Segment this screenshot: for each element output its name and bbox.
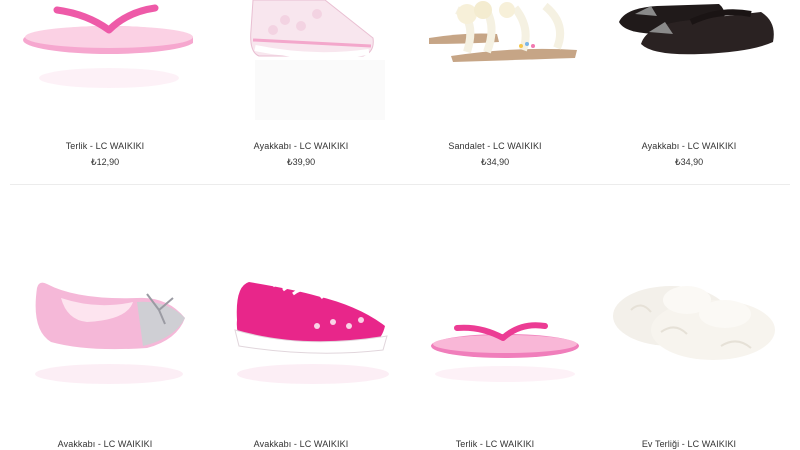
product-image[interactable] (17, 0, 193, 125)
product-image[interactable] (213, 270, 389, 395)
row-divider (10, 184, 790, 185)
ballet-flat-icon (35, 282, 185, 384)
product-name[interactable]: Avakkabı - LC WAIKIKI (204, 439, 398, 449)
product-image[interactable] (17, 270, 193, 395)
pink-canvas-shoe-icon (234, 278, 389, 384)
product-grid: Terlik - LC WAIKIKI ₺12,90 Ayakkabı - LC… (0, 0, 800, 450)
pink-flip-flop-icon (23, 4, 193, 88)
product-image[interactable] (601, 0, 777, 125)
product-name[interactable]: Sandalet - LC WAIKIKI (398, 141, 592, 151)
product-name[interactable]: Ayakkabı - LC WAIKIKI (592, 141, 786, 151)
product-image[interactable] (601, 270, 777, 395)
product-name[interactable]: Terlik - LC WAIKIKI (398, 439, 592, 449)
product-image[interactable] (213, 0, 389, 125)
product-card[interactable]: Sandalet - LC WAIKIKI ₺34,90 (398, 0, 592, 168)
product-price: ₺39,90 (286, 157, 316, 167)
product-name[interactable]: Ayakkabı - LC WAIKIKI (204, 141, 398, 151)
product-card[interactable]: Terlik - LC WAIKIKI ₺12,90 (8, 0, 202, 168)
product-card[interactable]: Avakkabı - LC WAIKIKI (8, 270, 202, 449)
black-flat-icon (619, 4, 774, 55)
product-name[interactable]: Ev Terliği - LC WAIKIKI (592, 439, 786, 449)
product-price: ₺34,90 (674, 157, 704, 167)
product-image[interactable] (407, 0, 583, 125)
product-card[interactable]: Terlik - LC WAIKIKI (398, 270, 592, 449)
product-card[interactable]: Avakkabı - LC WAIKIKI (204, 270, 398, 449)
product-price: ₺34,90 (480, 157, 510, 167)
product-name[interactable]: Terlik - LC WAIKIKI (8, 141, 202, 151)
sandal-icon (429, 1, 577, 62)
product-card[interactable]: Ev Terliği - LC WAIKIKI (592, 270, 786, 449)
lace-sneaker-icon (250, 0, 385, 120)
product-name[interactable]: Avakkabı - LC WAIKIKI (8, 439, 202, 449)
product-price: ₺12,90 (90, 157, 120, 167)
product-card[interactable]: Ayakkabı - LC WAIKIKI ₺39,90 (204, 0, 398, 168)
pink-flip-flop-icon (431, 322, 579, 382)
product-card[interactable]: Ayakkabı - LC WAIKIKI ₺34,90 (592, 0, 786, 168)
fur-slipper-icon (613, 286, 775, 360)
product-image[interactable] (407, 270, 583, 395)
